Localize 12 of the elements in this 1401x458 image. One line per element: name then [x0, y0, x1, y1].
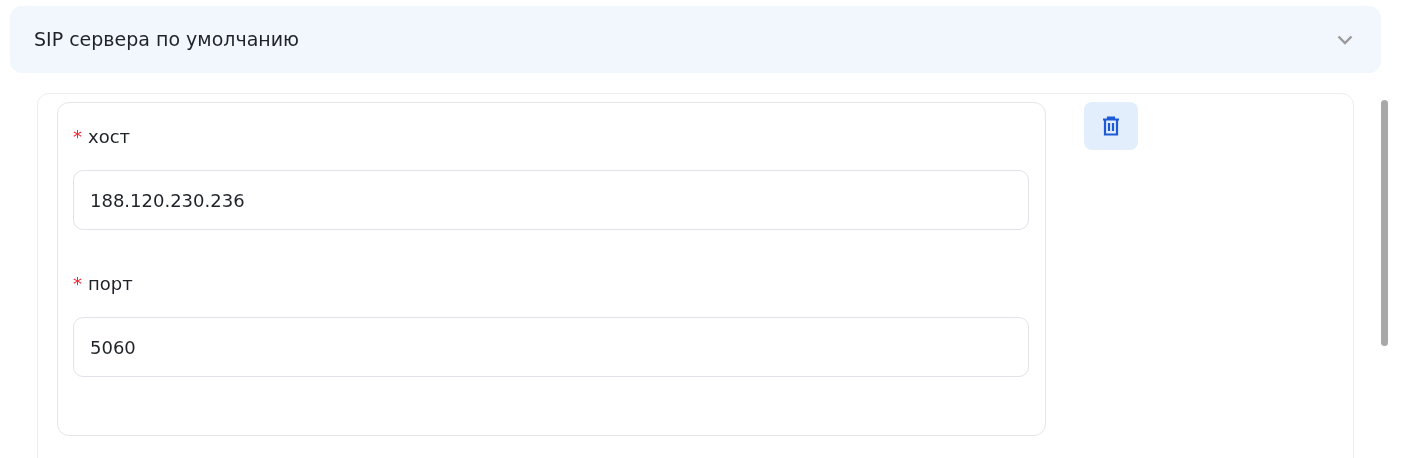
input-field[interactable]: 188.120.230.236 — [73, 170, 1029, 230]
delete-button[interactable] — [1084, 102, 1138, 150]
scrollbar-thumb[interactable] — [1381, 100, 1388, 346]
required-mark: * — [73, 125, 82, 149]
section-header[interactable]: SIP сервера по умолчанию — [10, 6, 1381, 73]
input-field[interactable]: 5060 — [73, 317, 1029, 377]
section-title: SIP сервера по умолчанию — [34, 27, 300, 53]
field-label: хост — [88, 125, 131, 149]
chevron-down-icon — [1337, 34, 1353, 45]
field-label: порт — [88, 272, 133, 296]
required-mark: * — [73, 272, 82, 296]
trash-icon — [1102, 116, 1120, 136]
